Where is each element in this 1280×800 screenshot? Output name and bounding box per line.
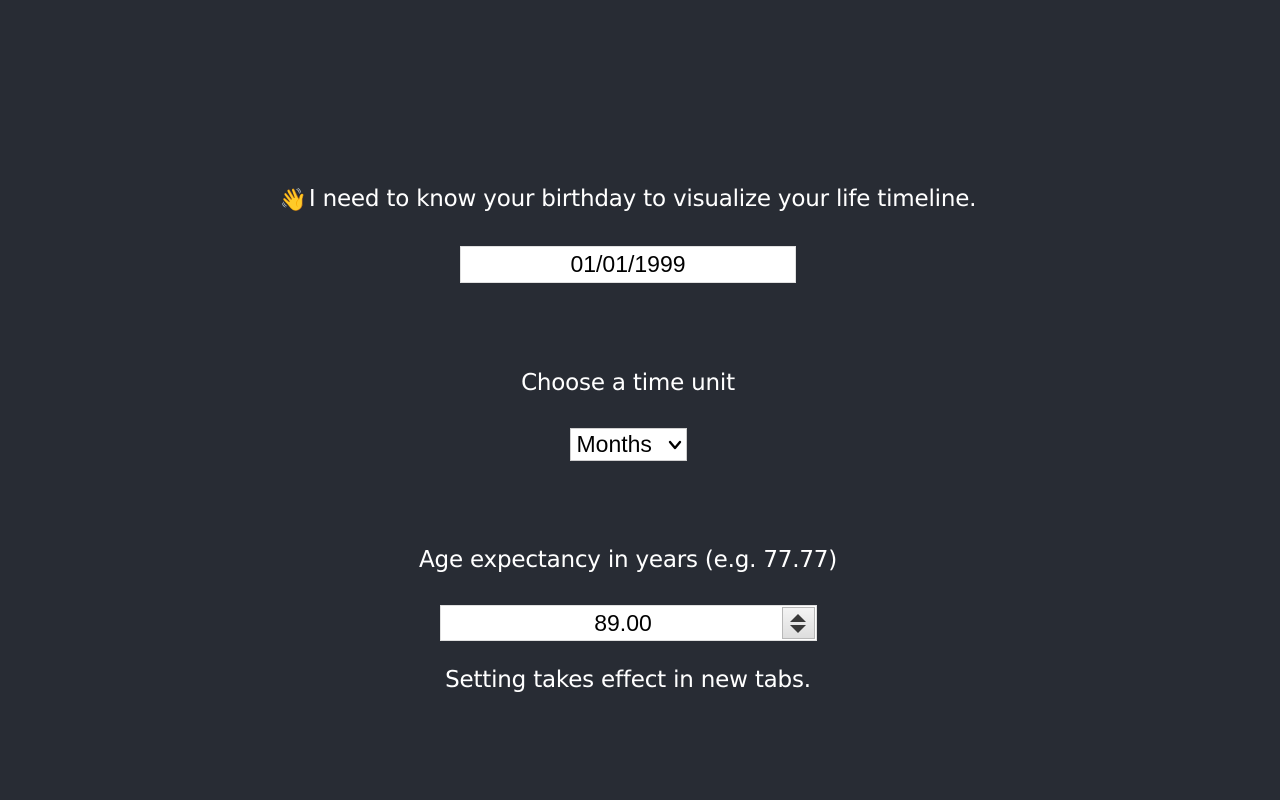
time-unit-select[interactable]: Months — [569, 428, 687, 461]
settings-note: Setting takes effect in new tabs. — [445, 667, 811, 693]
arrow-up-icon[interactable] — [790, 613, 806, 622]
time-unit-selected-value: Months — [576, 431, 652, 457]
birthday-prompt-text: I need to know your birthday to visualiz… — [308, 186, 977, 212]
waving-hand-icon: 👋 — [279, 188, 307, 213]
number-stepper[interactable] — [781, 607, 815, 639]
age-expectancy-input[interactable]: 89.00 — [439, 605, 817, 641]
age-expectancy-label: Age expectancy in years (e.g. 77.77) — [419, 547, 837, 573]
birthday-prompt: 👋I need to know your birthday to visuali… — [0, 186, 1256, 213]
time-unit-row: Months — [0, 428, 1256, 461]
age-expectancy-row: 89.00 — [0, 605, 1256, 641]
chevron-down-icon — [668, 440, 681, 449]
birthday-date-input[interactable]: 01/01/1999 — [460, 246, 796, 283]
arrow-down-icon[interactable] — [790, 624, 806, 633]
time-unit-label: Choose a time unit — [521, 370, 735, 396]
age-expectancy-value: 89.00 — [594, 610, 652, 636]
settings-page: 👋I need to know your birthday to visuali… — [0, 0, 1280, 800]
birthday-field-row: 01/01/1999 — [0, 246, 1256, 283]
birthday-date-value: 01/01/1999 — [570, 251, 686, 277]
